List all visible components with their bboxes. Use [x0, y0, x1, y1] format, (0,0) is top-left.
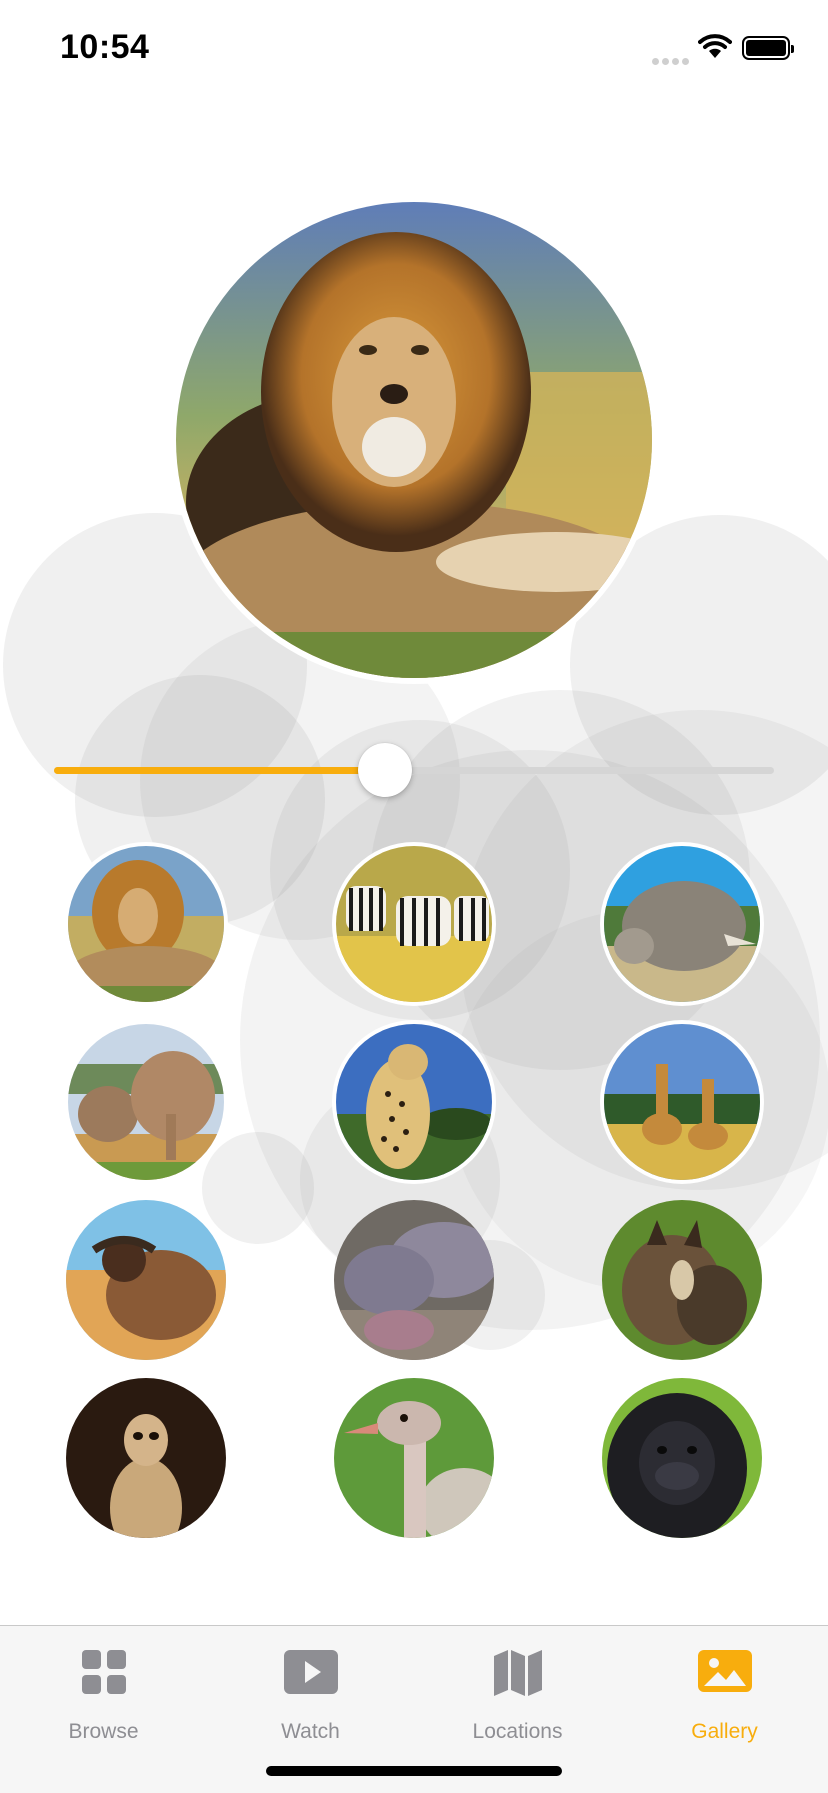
tab-gallery[interactable]: Gallery: [621, 1640, 828, 1750]
thumbnail-gorilla[interactable]: [602, 1378, 762, 1538]
tab-watch-label: Watch: [281, 1720, 340, 1743]
tab-browse[interactable]: Browse: [0, 1640, 207, 1750]
ostrich-photo: [334, 1378, 494, 1538]
thumbnail-cheetah[interactable]: [334, 1022, 494, 1182]
buffalo-photo: [66, 1200, 226, 1360]
gorilla-photo: [602, 1378, 762, 1538]
hippo-photo: [334, 1200, 494, 1360]
grid-icon: [81, 1650, 126, 1694]
meerkat-photo: [66, 1378, 226, 1538]
giraffe-photo: [604, 1024, 760, 1180]
photo-icon: [697, 1650, 752, 1692]
thumbnail-elephant[interactable]: [66, 1022, 226, 1182]
rhino-photo: [604, 846, 760, 1002]
thumbnail-lion[interactable]: [66, 844, 226, 1004]
elephant-photo: [68, 1024, 224, 1180]
play-icon: [283, 1650, 338, 1694]
thumbnail-wild-dog[interactable]: [602, 1200, 762, 1360]
tab-browse-label: Browse: [68, 1720, 139, 1743]
tab-locations[interactable]: Locations: [414, 1640, 621, 1750]
tab-watch[interactable]: Watch: [207, 1640, 414, 1750]
wild-dog-photo: [602, 1200, 762, 1360]
map-icon: [493, 1650, 542, 1696]
thumbnail-buffalo[interactable]: [66, 1200, 226, 1360]
tab-locations-label: Locations: [472, 1720, 563, 1743]
thumbnail-hippo[interactable]: [334, 1200, 494, 1360]
zebra-photo: [336, 846, 492, 1002]
thumbnail-zebra[interactable]: [334, 844, 494, 1004]
tab-gallery-label: Gallery: [691, 1720, 758, 1743]
thumbnail-rhino[interactable]: [602, 844, 762, 1004]
thumbnail-giraffe[interactable]: [602, 1022, 762, 1182]
cheetah-photo: [336, 1024, 492, 1180]
thumbnail-ostrich[interactable]: [334, 1378, 494, 1538]
thumbnail-grid: [0, 0, 828, 1538]
thumbnail-meerkat[interactable]: [66, 1378, 226, 1538]
lion-photo: [68, 846, 224, 1002]
home-indicator[interactable]: [266, 1766, 562, 1776]
